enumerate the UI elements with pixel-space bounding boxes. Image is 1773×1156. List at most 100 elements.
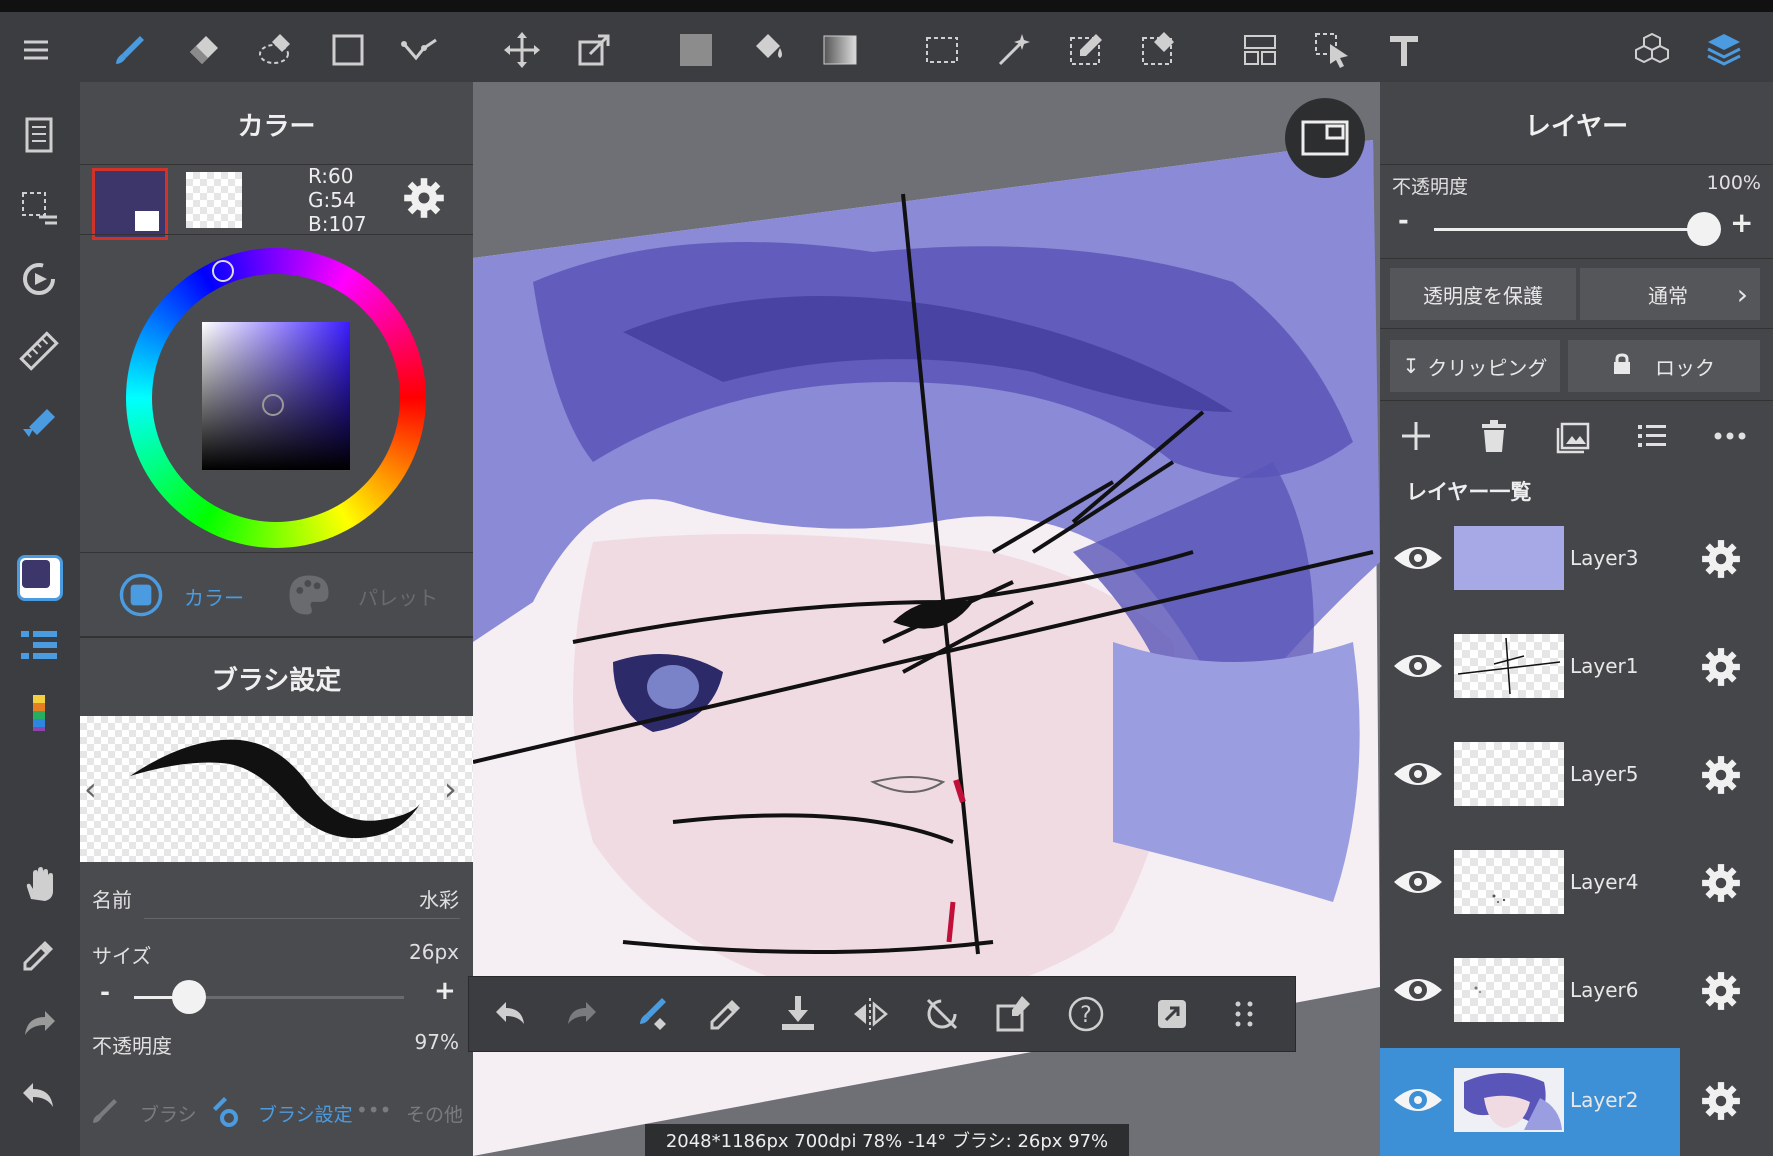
materials-icon[interactable] bbox=[1630, 28, 1674, 72]
layer-opacity-decrease[interactable]: - bbox=[1398, 206, 1409, 236]
protect-alpha-button[interactable]: 透明度を保護 bbox=[1390, 268, 1576, 320]
reset-rotation-icon[interactable] bbox=[919, 991, 965, 1037]
text-tool-icon[interactable] bbox=[1382, 28, 1426, 72]
brush-opacity-label: 不透明度 bbox=[92, 1034, 172, 1058]
frame-divide-icon[interactable] bbox=[1238, 28, 1282, 72]
visibility-eye-icon[interactable] bbox=[1392, 752, 1444, 796]
color-settings-gear-icon[interactable] bbox=[402, 176, 446, 220]
hand-tool-icon[interactable] bbox=[16, 862, 62, 908]
current-color-swatch[interactable] bbox=[14, 552, 66, 604]
layer-settings-gear-icon[interactable] bbox=[1700, 862, 1742, 904]
select-eraser-icon[interactable] bbox=[1136, 28, 1180, 72]
size-increase-button[interactable]: + bbox=[434, 976, 456, 1006]
redo-button-icon[interactable] bbox=[559, 991, 605, 1037]
color-cursor[interactable] bbox=[262, 394, 284, 416]
visibility-eye-icon[interactable] bbox=[1392, 644, 1444, 688]
layer-row[interactable]: Layer6 bbox=[1380, 938, 1773, 1046]
size-decrease-button[interactable]: - bbox=[100, 978, 110, 1006]
left-toolbar bbox=[0, 82, 80, 1156]
layer-opacity-increase[interactable]: + bbox=[1730, 206, 1753, 239]
layer-list-mode-icon[interactable] bbox=[1632, 416, 1672, 456]
layer-opacity-thumb[interactable] bbox=[1687, 212, 1721, 246]
page-manager-icon[interactable] bbox=[16, 112, 62, 158]
brush-pressure-icon[interactable] bbox=[631, 991, 677, 1037]
operation-tool-icon[interactable] bbox=[1310, 28, 1354, 72]
layer-settings-gear-icon[interactable] bbox=[1700, 970, 1742, 1012]
grid-dots-icon[interactable] bbox=[1221, 991, 1267, 1037]
blend-mode-button[interactable]: 通常 › bbox=[1580, 268, 1760, 320]
layer-opacity-slider[interactable] bbox=[1434, 212, 1721, 246]
other-tab-label[interactable]: その他 bbox=[406, 1100, 463, 1127]
lock-button[interactable]: ロック bbox=[1568, 340, 1760, 392]
flip-horizontal-icon[interactable] bbox=[847, 991, 893, 1037]
palette-tab-icon[interactable] bbox=[286, 572, 332, 618]
undo-icon[interactable] bbox=[16, 1074, 62, 1120]
ruler-icon[interactable] bbox=[16, 328, 62, 374]
selection-menu-icon[interactable] bbox=[16, 184, 62, 230]
delete-layer-icon[interactable] bbox=[1474, 416, 1514, 456]
color-panel: カラー R:60 G:54 B:107 カラー パレット bbox=[80, 82, 473, 636]
save-download-icon[interactable] bbox=[775, 991, 821, 1037]
visibility-eye-icon[interactable] bbox=[1392, 860, 1444, 904]
menu-icon[interactable] bbox=[14, 28, 58, 72]
gradient-tool-icon[interactable] bbox=[818, 28, 862, 72]
select-pen-icon[interactable] bbox=[1064, 28, 1108, 72]
edit-transform-icon[interactable] bbox=[991, 991, 1037, 1037]
size-slider[interactable] bbox=[134, 980, 404, 1014]
layer-settings-gear-icon[interactable] bbox=[1700, 754, 1742, 796]
more-dots-icon[interactable]: ••• bbox=[356, 1098, 391, 1122]
primary-color-swatch[interactable] bbox=[92, 168, 168, 240]
secondary-color-swatch[interactable] bbox=[186, 172, 242, 228]
layer-settings-gear-icon[interactable] bbox=[1700, 538, 1742, 580]
expand-canvas-icon[interactable] bbox=[1149, 991, 1195, 1037]
snap-pen-icon[interactable] bbox=[16, 400, 62, 446]
eyedropper-quick-icon[interactable] bbox=[703, 991, 749, 1037]
transform-tool-icon[interactable] bbox=[572, 28, 616, 72]
layer-row[interactable]: Layer5 bbox=[1380, 722, 1773, 830]
layer-row[interactable]: Layer3 bbox=[1380, 506, 1773, 614]
layer-settings-gear-icon[interactable] bbox=[1700, 1080, 1742, 1122]
rotate-view-icon[interactable] bbox=[16, 256, 62, 302]
color-bar-icon[interactable] bbox=[16, 690, 62, 736]
eyedropper-icon[interactable] bbox=[16, 932, 62, 978]
undo-button-icon[interactable] bbox=[487, 991, 533, 1037]
layer-settings-gear-icon[interactable] bbox=[1700, 646, 1742, 688]
brush-next-arrow-icon[interactable]: › bbox=[444, 770, 457, 808]
select-rect-icon[interactable] bbox=[920, 28, 964, 72]
blur-eraser-icon[interactable] bbox=[254, 28, 298, 72]
clipping-button[interactable]: ↧ クリッピング bbox=[1390, 340, 1560, 392]
eraser-tool-icon[interactable] bbox=[182, 28, 226, 72]
more-options-icon[interactable] bbox=[1710, 416, 1750, 456]
brush-tab-label[interactable]: ブラシ bbox=[140, 1100, 197, 1127]
palette-tab-label[interactable]: パレット bbox=[358, 582, 438, 611]
move-tool-icon[interactable] bbox=[500, 28, 544, 72]
color-tab-label[interactable]: カラー bbox=[184, 582, 244, 611]
layer-row[interactable]: Layer4 bbox=[1380, 830, 1773, 938]
brush-settings-tab-icon[interactable] bbox=[206, 1094, 240, 1128]
hue-cursor[interactable] bbox=[212, 260, 234, 282]
brush-settings-tab-label[interactable]: ブラシ設定 bbox=[258, 1100, 353, 1127]
layer-row-selected[interactable]: Layer2 bbox=[1380, 1048, 1773, 1156]
layer-image-icon[interactable] bbox=[1554, 416, 1594, 456]
brush-name-value[interactable]: 水彩 bbox=[419, 884, 459, 913]
add-layer-icon[interactable] bbox=[1396, 416, 1436, 456]
size-slider-thumb[interactable] bbox=[172, 980, 206, 1014]
visibility-eye-icon[interactable] bbox=[1392, 1078, 1444, 1122]
bucket-tool-icon[interactable] bbox=[746, 28, 790, 72]
brush-tab-icon[interactable] bbox=[90, 1096, 120, 1126]
color-tab-icon[interactable] bbox=[118, 572, 164, 618]
shape-tool-icon[interactable] bbox=[326, 28, 370, 72]
line-tool-icon[interactable] bbox=[398, 28, 442, 72]
layers-toggle-icon[interactable] bbox=[1702, 28, 1746, 72]
layer-list-icon[interactable] bbox=[16, 622, 62, 668]
fill-rect-icon[interactable] bbox=[674, 28, 718, 72]
layer-row[interactable]: Layer1 bbox=[1380, 614, 1773, 722]
brush-tool-icon[interactable] bbox=[108, 28, 152, 72]
help-icon[interactable]: ? bbox=[1063, 991, 1109, 1037]
fullscreen-toggle-icon[interactable] bbox=[1285, 98, 1365, 178]
visibility-eye-icon[interactable] bbox=[1392, 536, 1444, 580]
visibility-eye-icon[interactable] bbox=[1392, 968, 1444, 1012]
redo-icon[interactable] bbox=[16, 1002, 62, 1048]
magic-wand-icon[interactable] bbox=[992, 28, 1036, 72]
brush-prev-arrow-icon[interactable]: ‹ bbox=[84, 770, 97, 808]
